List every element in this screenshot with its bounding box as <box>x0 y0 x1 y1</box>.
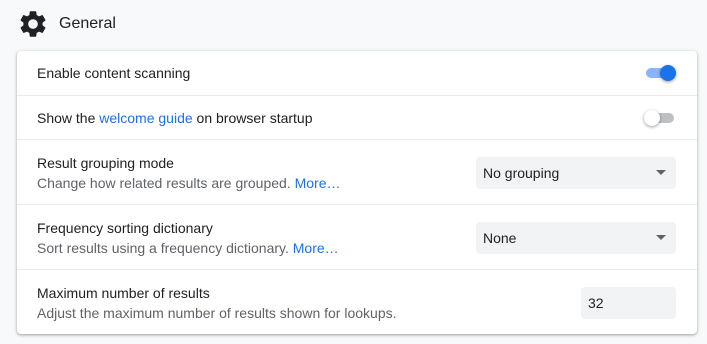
max-results-value: 32 <box>588 295 604 311</box>
frequency-sorting-description: Sort results using a frequency dictionar… <box>37 240 339 256</box>
result-grouping-description: Change how related results are grouped. … <box>37 175 341 191</box>
welcome-guide-toggle[interactable] <box>644 110 674 126</box>
max-results-label: Maximum number of results <box>37 285 210 301</box>
result-grouping-selected-value: No grouping <box>483 165 560 181</box>
section-header: General <box>17 8 116 40</box>
dropdown-arrow-icon <box>656 235 666 240</box>
toggle-knob <box>660 65 676 81</box>
enable-scanning-toggle[interactable] <box>646 65 676 81</box>
max-results-input[interactable]: 32 <box>581 287 676 319</box>
setting-row-welcome-guide: Show the welcome guide on browser startu… <box>17 95 697 139</box>
welcome-guide-label: Show the welcome guide on browser startu… <box>37 110 313 126</box>
frequency-sorting-description-text: Sort results using a frequency dictionar… <box>37 240 293 256</box>
settings-card: Enable content scanning Show the welcome… <box>17 51 697 334</box>
frequency-sorting-select[interactable]: None <box>476 222 676 254</box>
welcome-guide-label-before: Show the <box>37 110 100 126</box>
dropdown-arrow-icon <box>656 170 666 175</box>
frequency-sorting-more-link[interactable]: More… <box>293 240 339 256</box>
frequency-sorting-selected-value: None <box>483 230 517 246</box>
result-grouping-label: Result grouping mode <box>37 155 174 171</box>
result-grouping-select[interactable]: No grouping <box>476 157 676 189</box>
welcome-guide-label-after: on browser startup <box>192 110 313 126</box>
setting-row-frequency-sorting: Frequency sorting dictionary Sort result… <box>17 204 697 269</box>
result-grouping-more-link[interactable]: More… <box>295 175 341 191</box>
setting-row-max-results: Maximum number of results Adjust the max… <box>17 269 697 334</box>
max-results-description: Adjust the maximum number of results sho… <box>37 305 397 321</box>
result-grouping-description-text: Change how related results are grouped. <box>37 175 295 191</box>
frequency-sorting-label: Frequency sorting dictionary <box>37 220 213 236</box>
gear-icon <box>20 11 46 37</box>
section-title: General <box>59 15 116 32</box>
setting-row-enable-scanning: Enable content scanning <box>17 51 697 95</box>
enable-scanning-label: Enable content scanning <box>37 65 191 81</box>
setting-row-result-grouping: Result grouping mode Change how related … <box>17 139 697 204</box>
toggle-knob <box>644 110 660 126</box>
welcome-guide-link[interactable]: welcome guide <box>99 110 192 126</box>
